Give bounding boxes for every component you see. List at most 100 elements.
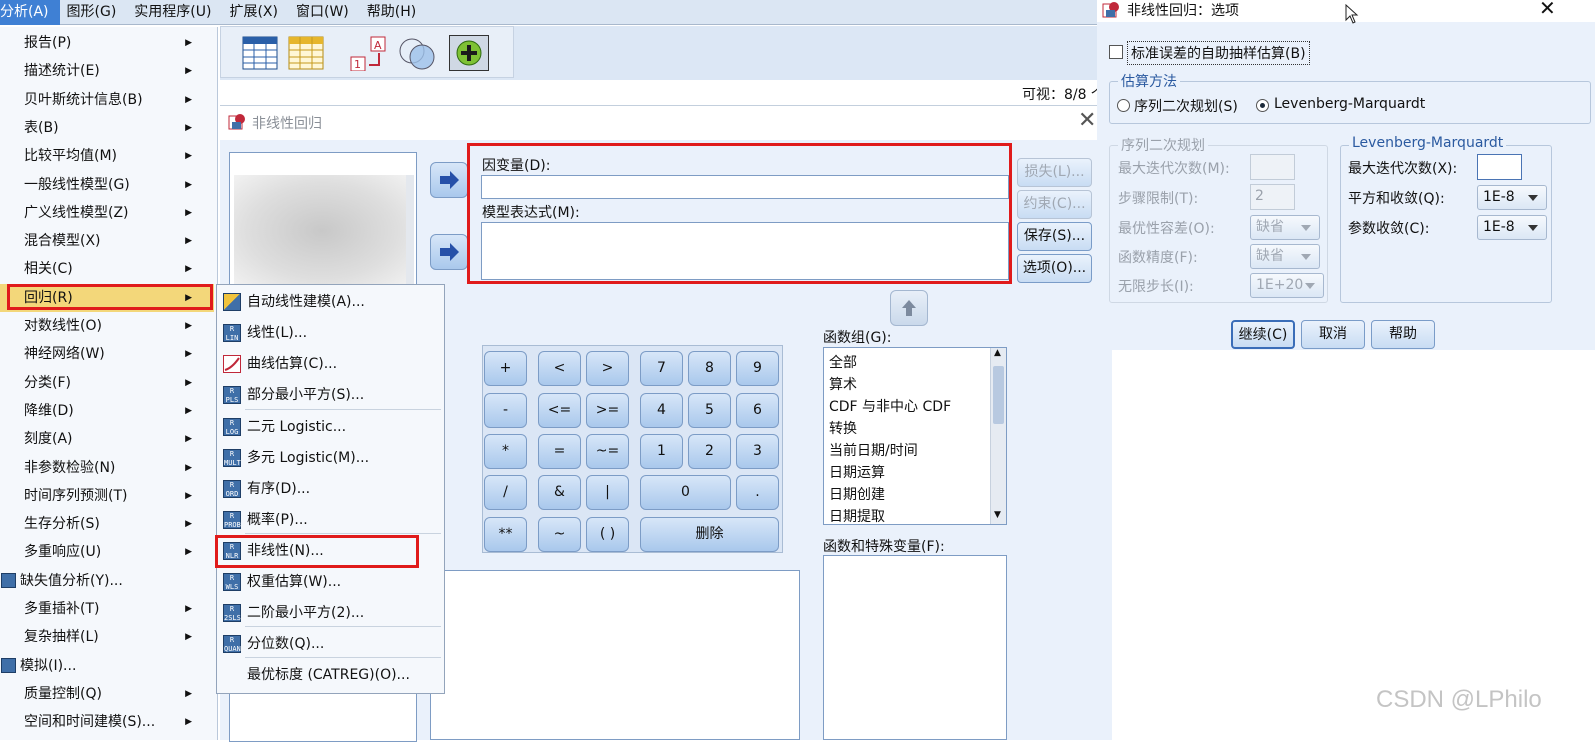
menu-item[interactable]: 一般线性模型(G) ▶ [0,171,214,199]
help-button[interactable]: 帮助 [1371,320,1435,349]
value-labels-icon[interactable]: A1 [349,35,389,72]
continue-button[interactable]: 继续(C) [1231,320,1295,349]
sqp-function-precision-dropdown[interactable]: 缺省 [1250,244,1320,269]
sqp-step-limit-field[interactable]: 2 [1250,184,1295,210]
menu-item[interactable]: 描述统计(E) ▶ [0,57,214,85]
scroll-down-icon[interactable]: ▼ [994,510,1001,520]
menu-item[interactable]: 降维(D) ▶ [0,397,214,425]
close-icon[interactable]: ✕ [1078,108,1096,133]
menu-help[interactable]: 帮助(H) [360,0,427,25]
loss-button[interactable]: 损失(L)... [1017,158,1092,187]
scroll-thumb[interactable] [993,366,1004,424]
keypad-button[interactable]: < [538,351,581,386]
sqp-radio-label[interactable]: 序列二次规划(S) [1134,96,1238,116]
sqp-optimality-dropdown[interactable]: 缺省 [1250,215,1320,240]
keypad-button[interactable]: 4 [640,393,683,428]
data-grid-icon[interactable] [241,35,281,71]
menu-item[interactable]: 混合模型(X) ▶ [0,227,214,255]
menu-extensions[interactable]: 扩展(X) [222,0,289,25]
options-close-icon[interactable]: ✕ [1539,0,1556,20]
menu-item[interactable]: 多重插补(T) ▶ [0,595,214,623]
submenu-item[interactable]: 最优标度 (CATREG)(O)... [219,660,441,690]
keypad-button[interactable]: 9 [736,351,779,386]
keypad-button[interactable]: > [586,351,629,386]
function-group-item[interactable]: 日期运算 [829,462,885,482]
keypad-button[interactable]: 删除 [640,517,779,552]
functions-list[interactable] [823,555,1007,740]
menu-item[interactable]: 质量控制(Q) ▶ [0,680,214,708]
menu-item[interactable]: 贝叶斯统计信息(B) ▶ [0,86,214,114]
constraints-button[interactable]: 约束(C)... [1017,190,1092,219]
menu-item[interactable]: 广义线性模型(Z) ▶ [0,199,214,227]
menu-graphs[interactable]: 图形(G) [60,0,128,25]
keypad-button[interactable]: ~ [538,517,581,552]
menu-window[interactable]: 窗口(W) [289,0,360,25]
keypad-button[interactable]: ( ) [586,517,629,552]
keypad-button[interactable]: + [484,351,527,386]
menu-item[interactable]: 对数线性(O) ▶ [0,312,214,340]
menu-item[interactable]: 相关(C) ▶ [0,255,214,283]
keypad-button[interactable]: 2 [688,434,731,469]
function-group-item[interactable]: 转换 [829,418,857,438]
lm-radio[interactable] [1256,99,1269,112]
sqp-infinite-step-dropdown[interactable]: 1E+20 [1250,273,1324,298]
keypad-button[interactable]: 6 [736,393,779,428]
menu-item[interactable]: 缺失值分析(Y)... [0,567,214,595]
venn-icon[interactable] [397,35,437,71]
keypad-button[interactable]: 8 [688,351,731,386]
menu-item[interactable]: 生存分析(S) ▶ [0,510,214,538]
menu-item[interactable]: 空间和时间建模(S)... ▶ [0,708,214,736]
keypad-button[interactable]: 1 [640,434,683,469]
menu-analyze[interactable]: 分析(A) [0,0,60,25]
keypad-button[interactable]: / [484,475,527,510]
function-group-item[interactable]: 日期提取 [829,506,885,524]
function-group-list[interactable]: 全部 算术 CDF 与非中心 CDF 转换 当前日期/时间 日期运算 日期创建 … [823,347,1007,525]
keypad-button[interactable]: 7 [640,351,683,386]
menu-item[interactable]: 时间序列预测(T) ▶ [0,482,214,510]
keypad-button[interactable]: = [538,434,581,469]
menu-item[interactable]: 非参数检验(N) ▶ [0,454,214,482]
add-icon[interactable] [449,35,489,71]
bootstrap-label[interactable]: 标准误差的自助抽样估算(B) [1127,41,1310,65]
submenu-item[interactable]: R WLS 权重估算(W)... [219,567,441,597]
function-group-item[interactable]: 全部 [829,352,857,372]
keypad-button[interactable]: - [484,393,527,428]
function-group-item[interactable]: 当前日期/时间 [829,440,918,460]
menu-item[interactable]: 分类(F) ▶ [0,369,214,397]
keypad-button[interactable]: ** [484,517,527,552]
keypad-button[interactable]: <= [538,393,581,428]
sqp-radio[interactable] [1117,99,1130,112]
submenu-item[interactable]: R PLS 部分最小平方(S)... [219,380,441,410]
submenu-item[interactable]: R LOG 二元 Logistic... [219,412,441,442]
keypad-button[interactable]: & [538,475,581,510]
keypad-button[interactable]: . [736,475,779,510]
submenu-item[interactable]: R PROB 概率(P)... [219,505,441,535]
function-group-item[interactable]: 日期创建 [829,484,885,504]
keypad-button[interactable]: 5 [688,393,731,428]
move-to-dependent-button[interactable] [430,162,468,198]
menu-item[interactable]: 复杂抽样(L) ▶ [0,623,214,651]
menu-item[interactable]: 表(B) ▶ [0,114,214,142]
function-group-item[interactable]: 算术 [829,374,857,394]
keypad-button[interactable]: >= [586,393,629,428]
keypad-button[interactable]: | [586,475,629,510]
lm-ss-convergence-dropdown[interactable]: 1E-8 [1477,185,1547,210]
keypad-button[interactable]: 0 [640,475,731,510]
lm-param-convergence-dropdown[interactable]: 1E-8 [1477,215,1547,240]
menu-item[interactable]: 多重响应(U) ▶ [0,538,214,566]
submenu-item[interactable]: R ORD 有序(D)... [219,474,441,504]
submenu-item[interactable]: 自动线性建模(A)... [219,287,441,317]
menu-item[interactable]: 模拟(I)... [0,652,214,680]
options-button[interactable]: 选项(O)... [1017,254,1092,283]
cancel-button[interactable]: 取消 [1301,320,1365,349]
function-group-item[interactable]: CDF 与非中心 CDF [829,396,951,416]
move-function-up-button[interactable] [890,290,928,326]
keypad-button[interactable]: * [484,434,527,469]
save-button[interactable]: 保存(S)... [1017,222,1092,251]
menu-item[interactable]: 神经网络(W) ▶ [0,340,214,368]
submenu-item[interactable]: R MULT 多元 Logistic(M)... [219,443,441,473]
menu-item[interactable]: 刻度(A) ▶ [0,425,214,453]
scroll-up-icon[interactable]: ▲ [994,348,1001,358]
keypad-button[interactable]: ~= [586,434,629,469]
submenu-item[interactable]: R LIN 线性(L)... [219,318,441,348]
